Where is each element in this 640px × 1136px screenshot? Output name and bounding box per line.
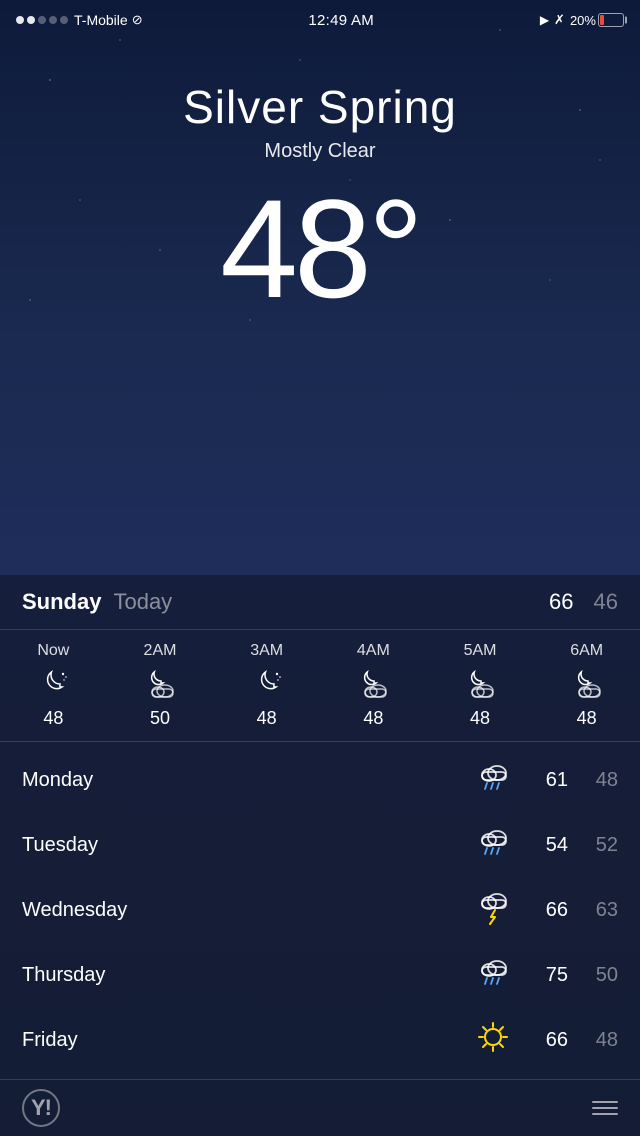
day-icon	[468, 824, 518, 867]
hour-temp: 48	[363, 708, 383, 729]
hour-temp: 48	[257, 708, 277, 729]
day-low: 48	[582, 1029, 618, 1052]
bottom-panel: Sunday Today 66 46 Now 48 2AM 50 3AM	[0, 575, 640, 1136]
dot-4	[49, 16, 57, 24]
hour-icon	[356, 668, 390, 700]
menu-icon[interactable]	[592, 1101, 618, 1115]
menu-line-3	[592, 1113, 618, 1115]
day-name: Wednesday	[22, 899, 468, 922]
day-name: Friday	[22, 1029, 468, 1052]
signal-dots	[16, 16, 68, 24]
hour-item: Now 48	[0, 642, 107, 729]
day-icon	[468, 889, 518, 932]
day-row: Thursday 75 50	[0, 943, 640, 1008]
hour-label: 6AM	[570, 642, 603, 660]
day-icon	[468, 759, 518, 802]
day-row: Monday 61 48	[0, 748, 640, 813]
day-icon	[468, 954, 518, 997]
dot-1	[16, 16, 24, 24]
day-high: 66	[518, 1029, 568, 1052]
today-high: 66	[549, 589, 573, 615]
today-row: Sunday Today 66 46	[0, 575, 640, 630]
footer: Y!	[0, 1080, 640, 1136]
day-high: 75	[518, 964, 568, 987]
hour-item: 4AM 48	[320, 642, 427, 729]
battery-fill	[600, 15, 604, 25]
hour-label: 2AM	[144, 642, 177, 660]
day-icon	[468, 1019, 518, 1062]
day-name: Tuesday	[22, 834, 468, 857]
day-high: 54	[518, 834, 568, 857]
menu-line-2	[592, 1107, 618, 1109]
battery-percent: 20%	[570, 13, 596, 28]
status-left: T-Mobile ⊘	[16, 12, 143, 28]
hourly-forecast: Now 48 2AM 50 3AM 48 4AM	[0, 630, 640, 742]
hour-icon	[38, 668, 68, 700]
day-low: 50	[582, 964, 618, 987]
status-bar: T-Mobile ⊘ 12:49 AM ▶ ✗ 20%	[0, 0, 640, 40]
hour-label: Now	[37, 642, 69, 660]
hour-item: 5AM 48	[427, 642, 534, 729]
hour-label: 5AM	[464, 642, 497, 660]
hour-temp: 50	[150, 708, 170, 729]
day-low: 48	[582, 769, 618, 792]
today-day-name: Sunday	[22, 589, 101, 615]
hour-icon	[463, 668, 497, 700]
hour-item: 3AM 48	[213, 642, 320, 729]
wifi-icon: ⊘	[132, 12, 143, 28]
hour-icon	[252, 668, 282, 700]
status-time: 12:49 AM	[308, 12, 374, 29]
hour-temp: 48	[470, 708, 490, 729]
day-low: 52	[582, 834, 618, 857]
day-name: Thursday	[22, 964, 468, 987]
day-low: 63	[582, 899, 618, 922]
hour-temp: 48	[577, 708, 597, 729]
day-name: Monday	[22, 769, 468, 792]
carrier-label: T-Mobile	[74, 12, 128, 28]
day-high: 61	[518, 769, 568, 792]
status-right: ▶ ✗ 20%	[540, 12, 624, 28]
dot-5	[60, 16, 68, 24]
hour-icon	[570, 668, 604, 700]
dot-3	[38, 16, 46, 24]
day-row: Tuesday 54 52	[0, 813, 640, 878]
today-label: Today	[113, 589, 549, 615]
battery-indicator: 20%	[570, 13, 624, 28]
weather-condition: Mostly Clear	[0, 140, 640, 163]
bluetooth-icon: ✗	[554, 12, 565, 28]
hour-temp: 48	[43, 708, 63, 729]
menu-line-1	[592, 1101, 618, 1103]
today-low: 46	[594, 589, 618, 615]
hour-item: 6AM 48	[533, 642, 640, 729]
current-temperature: 48°	[0, 179, 640, 319]
dot-2	[27, 16, 35, 24]
hour-icon	[143, 668, 177, 700]
hour-item: 2AM 50	[107, 642, 214, 729]
daily-forecast: Monday 61 48 Tuesday 54 52 Wednesday	[0, 742, 640, 1080]
lock-icon: ▶	[540, 13, 549, 27]
city-name: Silver Spring	[0, 80, 640, 134]
yahoo-logo: Y!	[22, 1089, 60, 1127]
weather-main: Silver Spring Mostly Clear 48°	[0, 40, 640, 319]
day-row: Friday 66 48	[0, 1008, 640, 1073]
hour-label: 4AM	[357, 642, 390, 660]
day-row: Wednesday 66 63	[0, 878, 640, 943]
hour-label: 3AM	[250, 642, 283, 660]
battery-icon	[598, 13, 624, 27]
day-high: 66	[518, 899, 568, 922]
